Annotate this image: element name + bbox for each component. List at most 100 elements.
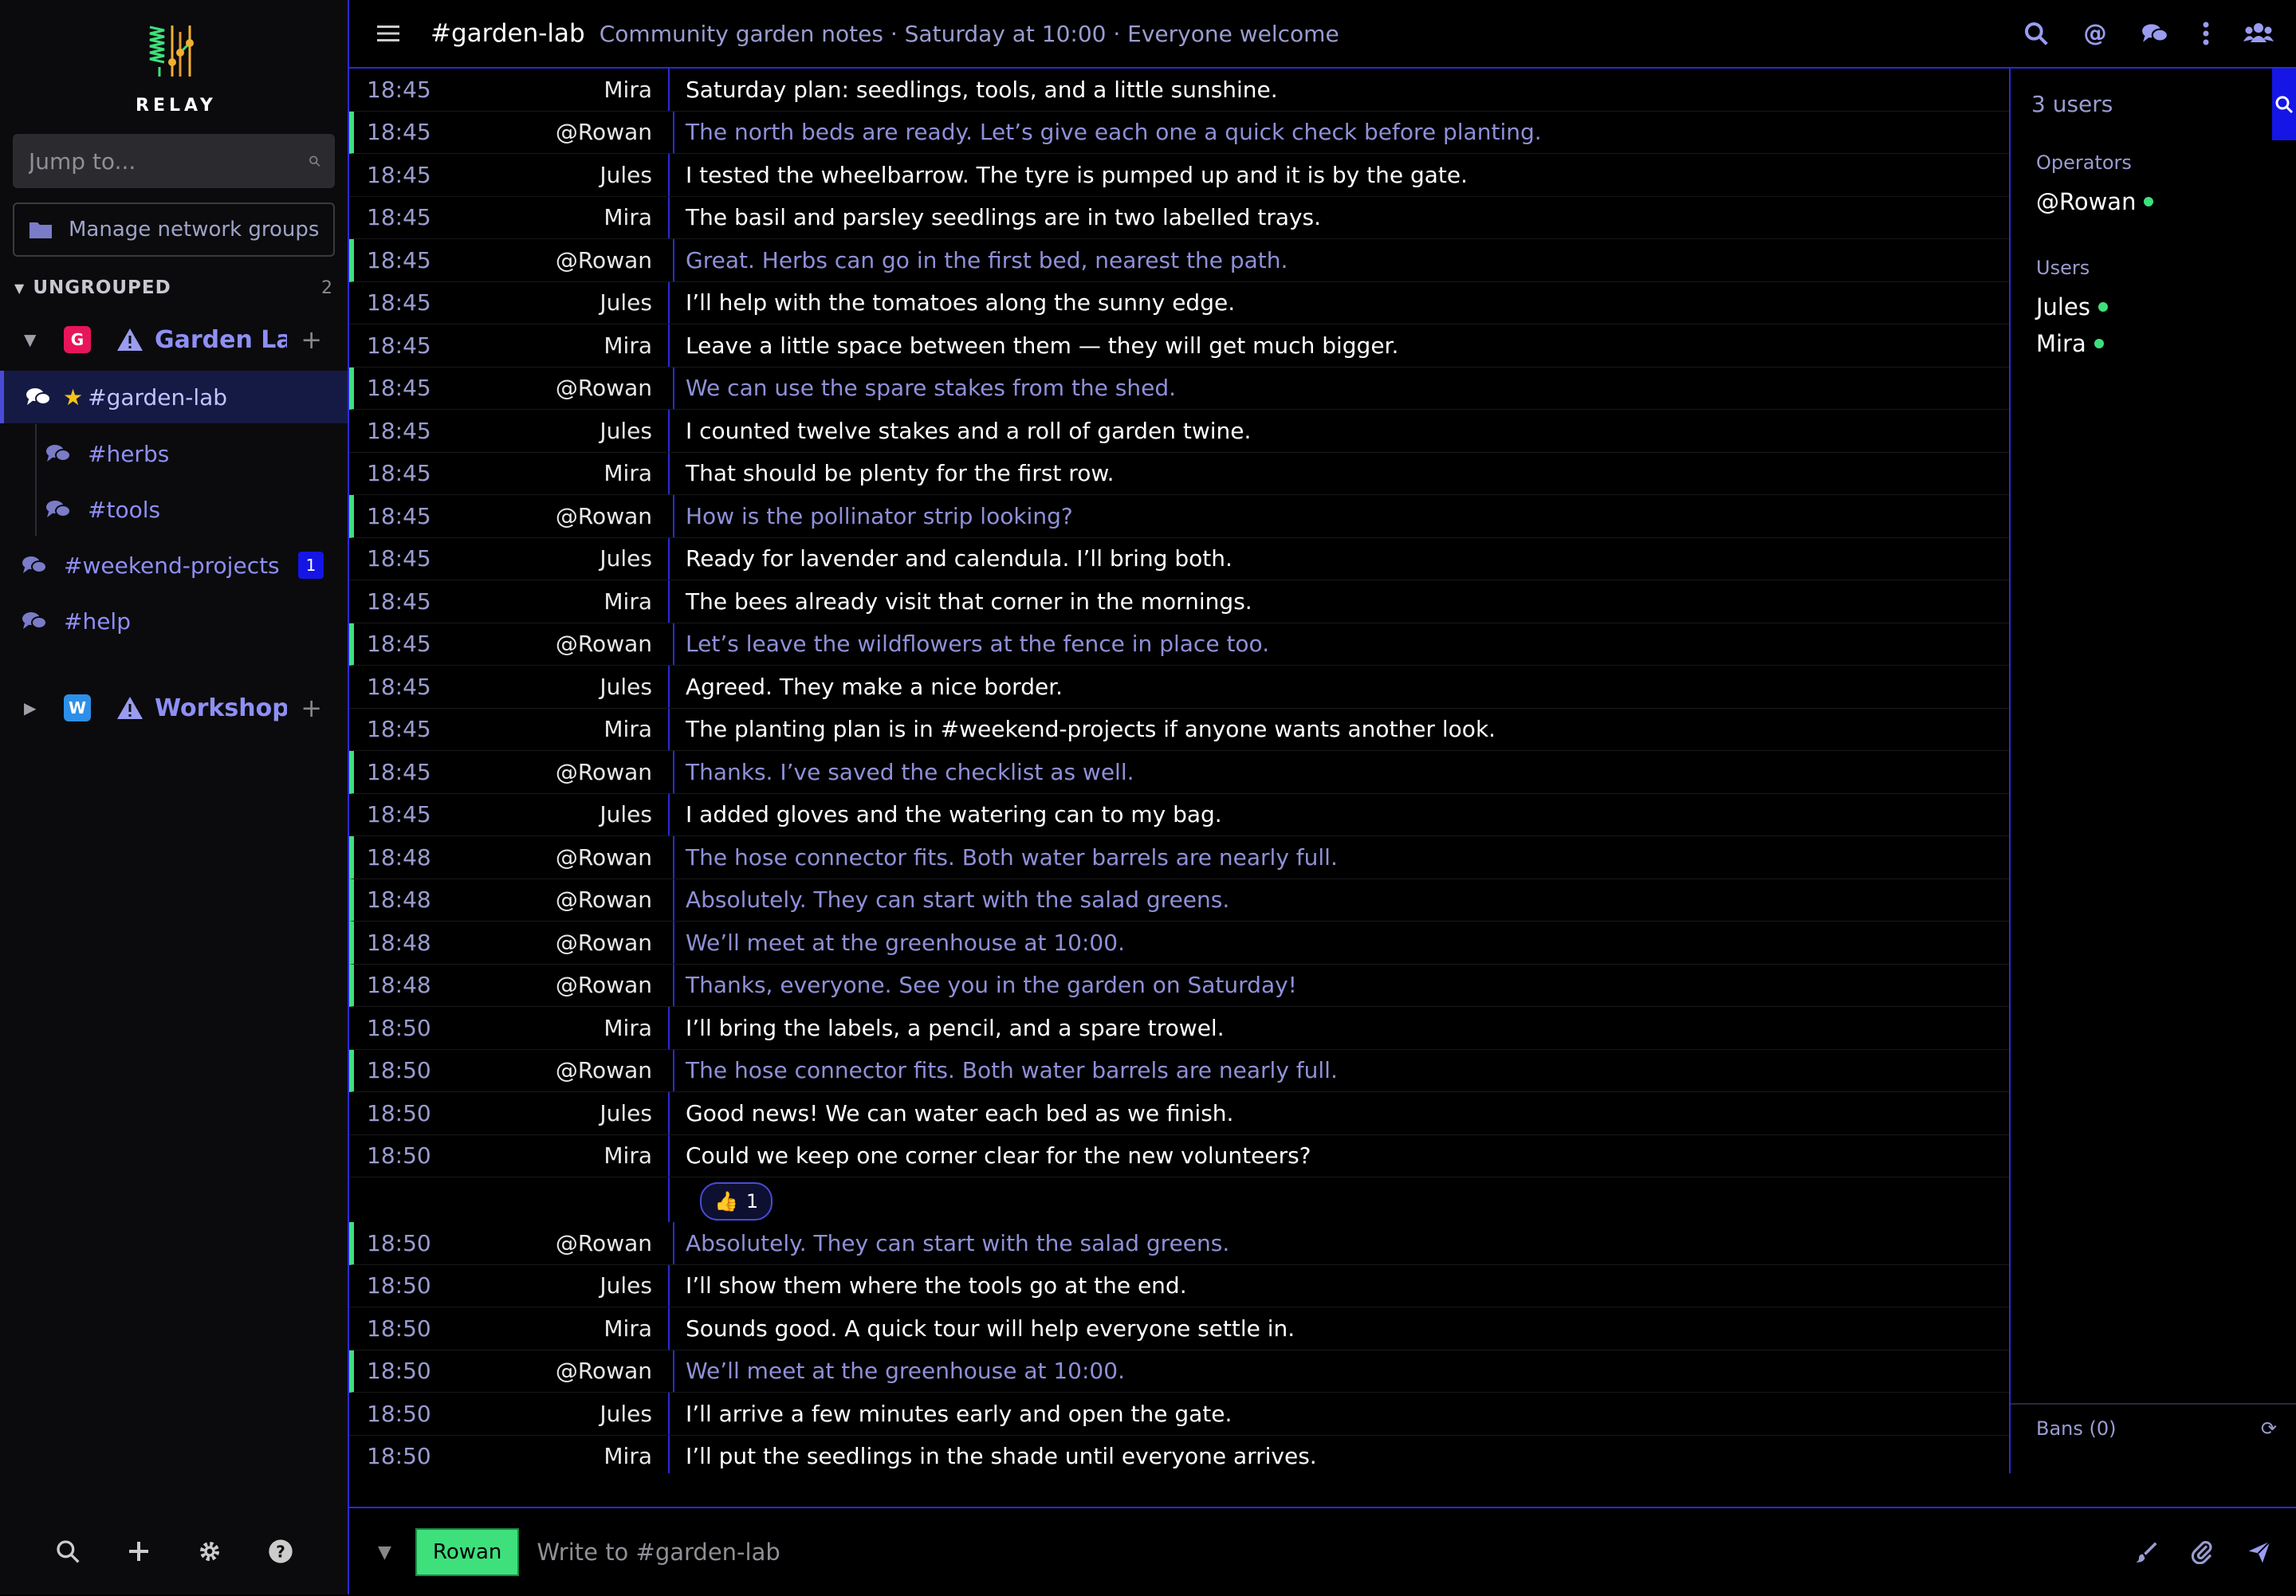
- message-nick[interactable]: Jules: [431, 801, 668, 827]
- message-nick[interactable]: Mira: [431, 716, 668, 742]
- channel-tools[interactable]: #tools: [0, 483, 348, 536]
- message-nick[interactable]: @Rowan: [431, 972, 668, 998]
- user-search-button[interactable]: [2272, 69, 2296, 140]
- users-icon[interactable]: [2243, 22, 2274, 45]
- add-channel-icon[interactable]: +: [301, 693, 322, 723]
- message-nick[interactable]: Mira: [431, 588, 668, 615]
- message-nick[interactable]: @Rowan: [431, 503, 668, 529]
- message-nick[interactable]: @Rowan: [431, 844, 668, 871]
- message-row[interactable]: 18:45 @Rowan The north beds are ready. Let…: [349, 111, 2009, 154]
- message-row[interactable]: 18:45 Mira Leave a little space between th…: [349, 324, 2009, 368]
- caret-right-icon[interactable]: ▶: [24, 698, 40, 717]
- message-nick[interactable]: Jules: [431, 1100, 668, 1126]
- message-row[interactable]: 18:50 Mira Could we keep one corner clear …: [349, 1134, 2009, 1177]
- message-nick[interactable]: Mira: [431, 77, 668, 103]
- message-input[interactable]: [535, 1538, 2135, 1567]
- message-nick[interactable]: Mira: [431, 1443, 668, 1469]
- help-icon[interactable]: ?: [268, 1539, 293, 1564]
- message-nick[interactable]: Jules: [431, 289, 668, 316]
- message-nick[interactable]: Jules: [431, 545, 668, 572]
- message-row[interactable]: 18:45 @Rowan How is the pollinator strip l…: [349, 495, 2009, 538]
- message-row[interactable]: 18:45 Jules I tested the wheelbarrow. The …: [349, 154, 2009, 197]
- message-row[interactable]: 18:45 @Rowan Let’s leave the wildflowers a…: [349, 623, 2009, 666]
- chevron-down-icon[interactable]: ▼: [378, 1543, 391, 1563]
- message-nick[interactable]: Mira: [431, 1142, 668, 1169]
- jump-search[interactable]: [13, 134, 335, 188]
- bans-section[interactable]: Bans (0) ⟳: [2011, 1403, 2296, 1453]
- message-nick[interactable]: @Rowan: [431, 631, 668, 657]
- network-workshop[interactable]: ▶ W Workshop +: [0, 686, 348, 730]
- message-row[interactable]: 18:45 Jules Agreed. They make a nice borde…: [349, 666, 2009, 709]
- refresh-icon[interactable]: ⟳: [2261, 1417, 2277, 1440]
- network-garden-lab[interactable]: ▼ G Garden Lab +: [0, 317, 348, 362]
- message-nick[interactable]: @Rowan: [431, 119, 668, 145]
- reaction-button[interactable]: 👍 1: [700, 1182, 773, 1221]
- message-row[interactable]: 18:50 @Rowan The hose connector fits. Both…: [349, 1049, 2009, 1092]
- plus-icon[interactable]: [126, 1539, 151, 1564]
- user-item[interactable]: Jules: [2036, 293, 2108, 320]
- message-nick[interactable]: Mira: [431, 460, 668, 486]
- send-icon[interactable]: [2247, 1539, 2272, 1565]
- manage-network-groups-button[interactable]: Manage network groups: [13, 202, 335, 257]
- message-row[interactable]: 18:50 @Rowan We’ll meet at the greenhouse …: [349, 1350, 2009, 1393]
- message-row[interactable]: 18:48 @Rowan Absolutely. They can start wi…: [349, 879, 2009, 922]
- message-row[interactable]: 18:50 Jules I’ll show them where the tools…: [349, 1264, 2009, 1307]
- brush-icon[interactable]: [2135, 1540, 2159, 1564]
- message-nick[interactable]: Mira: [431, 204, 668, 230]
- mentions-icon[interactable]: @: [2082, 21, 2108, 46]
- message-nick[interactable]: @Rowan: [431, 759, 668, 785]
- message-row[interactable]: 18:50 Mira I’ll put the seedlings in the s…: [349, 1435, 2009, 1473]
- message-row[interactable]: 18:48 @Rowan The hose connector fits. Both…: [349, 836, 2009, 879]
- message-nick[interactable]: @Rowan: [431, 1057, 668, 1083]
- message-nick[interactable]: Mira: [431, 1315, 668, 1342]
- message-nick[interactable]: @Rowan: [431, 886, 668, 913]
- message-nick[interactable]: Jules: [431, 162, 668, 188]
- chat-bubbles-icon[interactable]: [2141, 22, 2168, 45]
- message-row[interactable]: 18:45 @Rowan Thanks. I’ve saved the checkl…: [349, 751, 2009, 794]
- channel-garden-lab[interactable]: ★ #garden-lab: [0, 371, 348, 423]
- user-item[interactable]: @Rowan: [2036, 188, 2154, 215]
- message-row[interactable]: 18:45 Mira The bees already visit that cor…: [349, 580, 2009, 623]
- message-nick[interactable]: Mira: [431, 332, 668, 359]
- message-row[interactable]: 18:45 Mira The planting plan is in #weeken…: [349, 708, 2009, 751]
- hamburger-icon[interactable]: [376, 24, 400, 43]
- message-row[interactable]: 18:50 Jules I’ll arrive a few minutes earl…: [349, 1393, 2009, 1436]
- channel-weekend-projects[interactable]: #weekend-projects 1: [0, 539, 348, 592]
- message-row[interactable]: 18:45 Jules Ready for lavender and calendu…: [349, 537, 2009, 580]
- search-icon[interactable]: [2023, 21, 2049, 46]
- attachment-icon[interactable]: [2191, 1540, 2215, 1564]
- more-vertical-icon[interactable]: [2202, 22, 2210, 45]
- message-nick[interactable]: @Rowan: [431, 247, 668, 273]
- message-row[interactable]: 18:45 Mira The basil and parsley seedlings…: [349, 196, 2009, 239]
- message-row[interactable]: 18:45 @Rowan Great. Herbs can go in the fi…: [349, 239, 2009, 282]
- message-row[interactable]: 18:45 Jules I’ll help with the tomatoes al…: [349, 281, 2009, 324]
- message-nick[interactable]: @Rowan: [431, 375, 668, 401]
- nick-button[interactable]: Rowan: [415, 1528, 520, 1576]
- message-nick[interactable]: @Rowan: [431, 1358, 668, 1384]
- group-header[interactable]: ▼ UNGROUPED 2: [14, 277, 333, 298]
- channel-help[interactable]: #help: [0, 595, 348, 647]
- message-nick[interactable]: Jules: [431, 674, 668, 700]
- message-list[interactable]: 18:45 Mira Saturday plan: seedlings, tools…: [349, 69, 2011, 1473]
- message-row[interactable]: 18:45 Jules I counted twelve stakes and a …: [349, 410, 2009, 453]
- message-row[interactable]: 18:50 Mira I’ll bring the labels, a pencil…: [349, 1007, 2009, 1050]
- message-row[interactable]: 18:45 Mira Saturday plan: seedlings, tools…: [349, 69, 2009, 112]
- message-nick[interactable]: Mira: [431, 1015, 668, 1041]
- channel-herbs[interactable]: #herbs: [0, 427, 348, 480]
- message-row[interactable]: 18:48 @Rowan We’ll meet at the greenhouse …: [349, 922, 2009, 965]
- jump-input[interactable]: [27, 147, 309, 175]
- user-item[interactable]: Mira: [2036, 330, 2104, 357]
- message-row[interactable]: 18:50 Jules Good news! We can water each b…: [349, 1092, 2009, 1135]
- message-row[interactable]: 18:50 @Rowan Absolutely. They can start wi…: [349, 1222, 2009, 1265]
- add-channel-icon[interactable]: +: [301, 324, 322, 355]
- gear-icon[interactable]: [197, 1539, 222, 1564]
- message-nick[interactable]: Jules: [431, 1272, 668, 1299]
- message-row[interactable]: 18:50 Mira Sounds good. A quick tour will …: [349, 1307, 2009, 1350]
- message-row[interactable]: 18:45 Mira That should be plenty for the f…: [349, 452, 2009, 495]
- message-row[interactable]: 18:45 Jules I added gloves and the waterin…: [349, 793, 2009, 836]
- message-nick[interactable]: Jules: [431, 1401, 668, 1427]
- search-icon[interactable]: [55, 1539, 81, 1564]
- message-nick[interactable]: @Rowan: [431, 1230, 668, 1256]
- message-nick[interactable]: @Rowan: [431, 930, 668, 956]
- message-row[interactable]: 18:45 @Rowan We can use the spare stakes f…: [349, 367, 2009, 410]
